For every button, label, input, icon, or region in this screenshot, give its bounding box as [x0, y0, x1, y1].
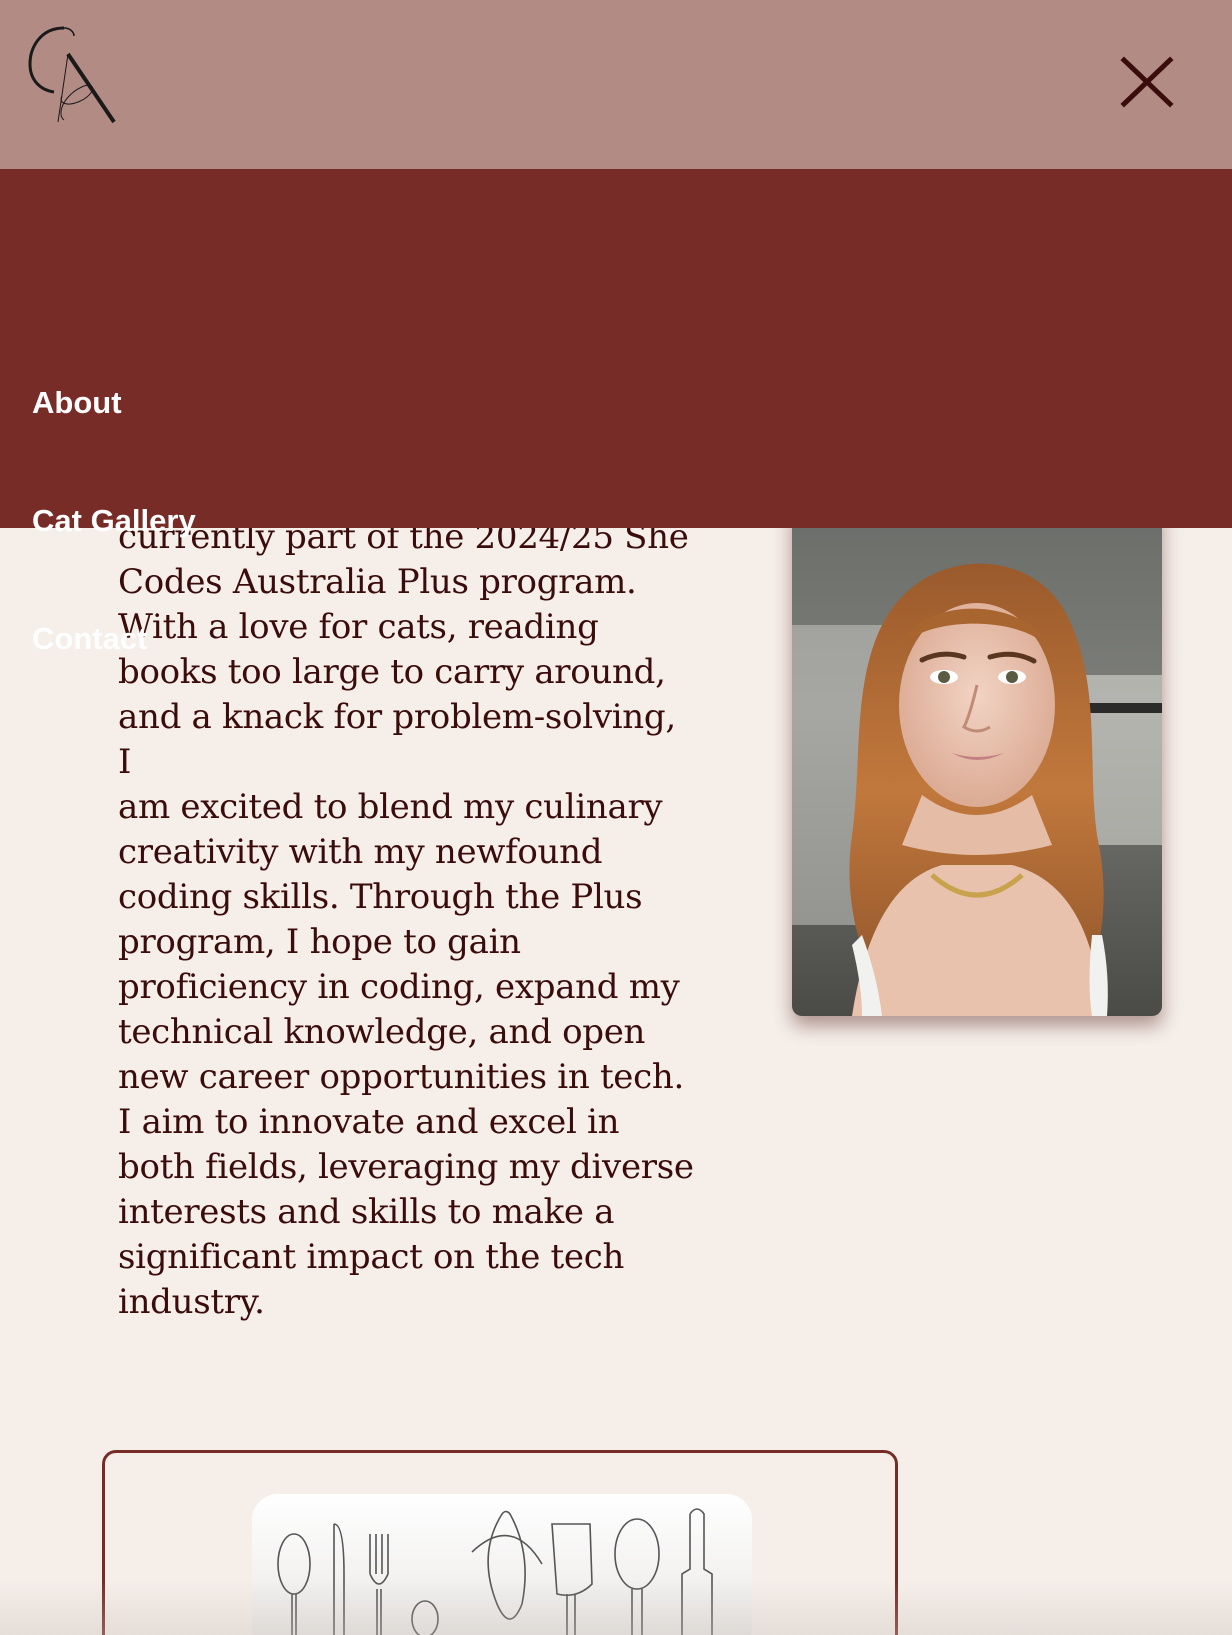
- close-icon: [1120, 56, 1174, 108]
- bio-line: proficiency in coding, expand my: [118, 967, 680, 1007]
- menu-item-cat-gallery[interactable]: Cat Gallery: [32, 501, 196, 541]
- ca-monogram-logo[interactable]: [28, 24, 118, 124]
- bio-line: industry.: [118, 1282, 265, 1322]
- bio-line: significant impact on the tech: [118, 1237, 625, 1277]
- navigation-menu: About Cat Gallery Contact: [0, 169, 1232, 656]
- portrait-photo: [792, 505, 1162, 1016]
- close-menu-button[interactable]: [1118, 52, 1178, 112]
- bio-line: program, I hope to gain: [118, 922, 521, 962]
- bio-line: am excited to blend my culinary: [118, 787, 663, 827]
- bio-line: Codes Australia Plus program.: [118, 562, 637, 602]
- bio-line: technical knowledge, and open: [118, 1012, 646, 1052]
- bio-line: both fields, leveraging my diverse: [118, 1147, 694, 1187]
- bio-line: interests and skills to make a: [118, 1192, 615, 1232]
- bio-line: new career opportunities in tech.: [118, 1057, 684, 1097]
- menu-item-contact[interactable]: Contact: [32, 619, 147, 659]
- menu-item-about[interactable]: About: [32, 383, 122, 423]
- site-header: [0, 0, 1232, 169]
- bio-line: With a love for cats, reading: [118, 607, 599, 647]
- bio-line: I aim to innovate and excel in: [118, 1102, 620, 1142]
- bio-line: books too large to carry around,: [118, 652, 666, 692]
- utensils-icon: [252, 1494, 752, 1635]
- logo-icon: [28, 26, 116, 124]
- bio-line: creativity with my newfound: [118, 832, 603, 872]
- kitchen-utensils-illustration: [252, 1494, 752, 1635]
- bio-line: and a knack for problem-solving, I: [118, 697, 676, 782]
- about-bio-text: currently part of the 2024/25 She Codes …: [118, 515, 698, 1325]
- bio-line: coding skills. Through the Plus: [118, 877, 643, 917]
- portrait-illustration: [792, 505, 1162, 1016]
